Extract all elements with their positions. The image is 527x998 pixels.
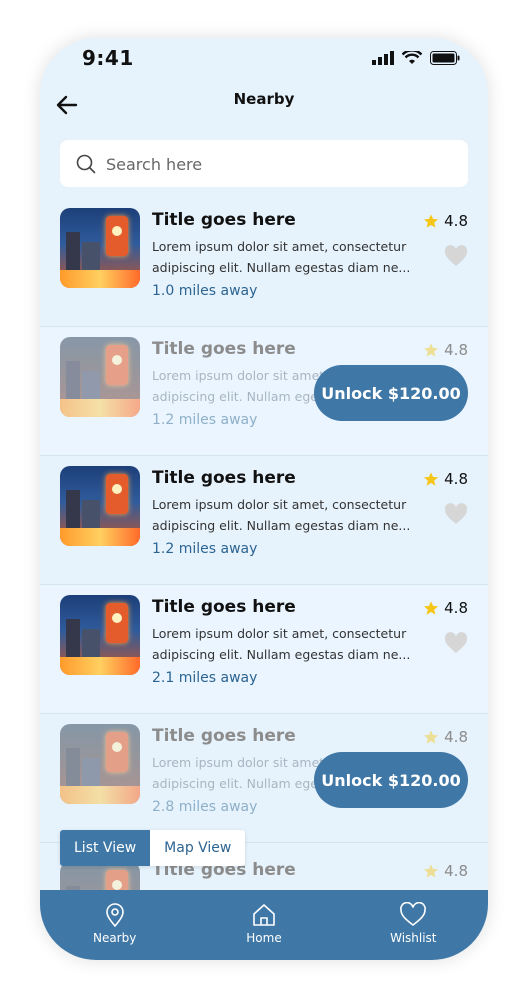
star-icon xyxy=(424,472,439,486)
heart-icon[interactable] xyxy=(444,503,468,525)
item-description: Lorem ipsum dolor sit amet, consectetur a… xyxy=(152,239,411,275)
star-icon xyxy=(424,730,439,744)
place-list: Title goes here Lorem ipsum dolor sit am… xyxy=(40,198,488,843)
page-title: Nearby xyxy=(233,90,295,108)
signal-icon xyxy=(372,51,394,65)
battery-icon xyxy=(430,51,460,65)
nav-home-label: Home xyxy=(246,930,282,945)
item-title: Title goes here xyxy=(152,468,296,488)
list-item[interactable]: Title goes here Lorem ipsum dolor sit am… xyxy=(40,198,488,327)
search-input[interactable] xyxy=(104,140,458,189)
nav-nearby[interactable]: Nearby xyxy=(65,902,165,949)
heart-icon[interactable] xyxy=(444,632,468,654)
location-pin-icon xyxy=(105,902,124,927)
rating: 4.8 xyxy=(423,862,468,880)
star-icon xyxy=(424,864,439,878)
item-distance: 1.2 miles away xyxy=(152,412,258,428)
unlock-button[interactable]: Unlock $120.00 xyxy=(314,365,468,421)
heart-icon[interactable] xyxy=(444,245,468,267)
nav-nearby-label: Nearby xyxy=(92,930,137,945)
map-view-tab[interactable]: Map View xyxy=(150,830,245,866)
list-item[interactable]: Title goes here Lorem ipsum dolor sit am… xyxy=(40,456,488,585)
item-title: Title goes here xyxy=(152,339,296,359)
status-time: 9:41 xyxy=(82,46,134,70)
place-thumbnail xyxy=(60,595,140,675)
item-distance: 1.0 miles away xyxy=(152,283,258,299)
star-icon xyxy=(424,601,439,615)
status-icons xyxy=(372,51,460,65)
star-icon xyxy=(424,343,439,357)
nav-wishlist-label: Wishlist xyxy=(390,930,437,945)
wifi-icon xyxy=(402,51,422,64)
rating: 4.8 xyxy=(423,599,468,617)
list-item-locked[interactable]: Title goes here Lorem ipsum dolor sit am… xyxy=(40,714,488,843)
heart-outline-icon xyxy=(400,901,427,926)
item-distance: 2.8 miles away xyxy=(152,799,258,815)
bottom-nav: Nearby Home Wishlist xyxy=(40,890,488,960)
nav-home[interactable]: Home xyxy=(214,902,314,949)
list-item-locked[interactable]: Title goes here Lorem ipsum dolor sit am… xyxy=(40,327,488,456)
unlock-button[interactable]: Unlock $120.00 xyxy=(314,752,468,808)
home-icon xyxy=(253,903,275,926)
rating: 4.8 xyxy=(423,728,468,746)
rating: 4.8 xyxy=(423,212,468,230)
list-view-tab[interactable]: List View xyxy=(60,830,151,866)
item-title: Title goes here xyxy=(152,597,296,617)
item-description: Lorem ipsum dolor sit amet, consectetur a… xyxy=(152,497,411,533)
view-toggle: List View Map View xyxy=(60,830,246,866)
place-thumbnail xyxy=(60,724,140,804)
rating: 4.8 xyxy=(423,470,468,488)
phone-screen: 9:41 Nearby Title goes here Lorem ipsum … xyxy=(40,38,488,960)
search-icon xyxy=(76,154,96,174)
place-thumbnail xyxy=(60,337,140,417)
place-thumbnail xyxy=(60,208,140,288)
item-distance: 2.1 miles away xyxy=(152,670,258,686)
item-description: Lorem ipsum dolor sit amet, consectetur a… xyxy=(152,626,411,662)
star-icon xyxy=(424,214,439,228)
item-distance: 1.2 miles away xyxy=(152,541,258,557)
nav-wishlist[interactable]: Wishlist xyxy=(363,901,463,949)
list-item[interactable]: Title goes here Lorem ipsum dolor sit am… xyxy=(40,585,488,714)
item-title: Title goes here xyxy=(152,210,296,230)
place-thumbnail xyxy=(60,466,140,546)
search-bar[interactable] xyxy=(60,140,468,189)
rating: 4.8 xyxy=(423,341,468,359)
item-title: Title goes here xyxy=(152,726,296,746)
